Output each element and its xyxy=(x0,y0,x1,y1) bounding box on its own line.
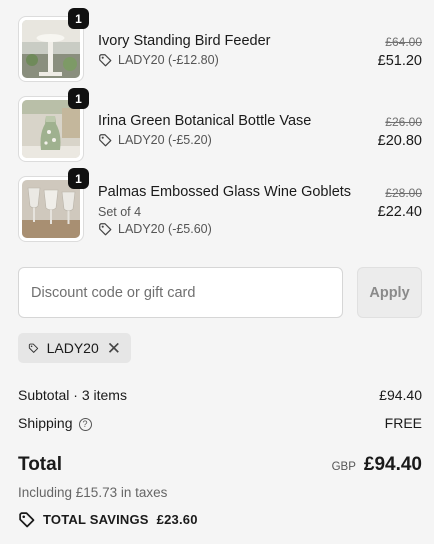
subtotal-row: Subtotal · 3 items £94.40 xyxy=(18,387,422,403)
applied-discount-chip: LADY20 ✕ xyxy=(18,333,131,363)
total-label: Total xyxy=(18,454,62,475)
shipping-value: FREE xyxy=(384,415,422,431)
subtotal-value: £94.40 xyxy=(379,387,422,403)
savings-value: £23.60 xyxy=(156,512,198,527)
tag-icon xyxy=(99,134,112,147)
close-icon[interactable]: ✕ xyxy=(107,340,121,357)
total-amount: £94.40 xyxy=(363,454,422,475)
product-variant: Set of 4 xyxy=(98,205,142,219)
item-discount: LADY20 (-£5.60) xyxy=(98,222,212,236)
shipping-label: Shipping xyxy=(18,415,73,431)
line-item: 1 Ivory Standing Bird Feeder LADY20 (-£1… xyxy=(18,8,424,82)
item-discount: LADY20 (-£5.20) xyxy=(98,133,212,147)
subtotal-label: Subtotal · 3 items xyxy=(18,387,127,403)
total-savings: TOTAL SAVINGS £23.60 xyxy=(18,511,198,528)
final-price: £20.80 xyxy=(377,133,422,149)
tag-icon xyxy=(99,54,112,67)
tag-icon xyxy=(99,223,112,236)
original-price: £26.00 xyxy=(385,115,422,129)
applied-discount-code: LADY20 xyxy=(46,340,99,356)
item-discount: LADY20 (-£12.80) xyxy=(98,53,219,67)
question-circle-icon[interactable]: ? xyxy=(78,418,92,431)
product-title: Ivory Standing Bird Feeder xyxy=(98,33,271,49)
tag-icon xyxy=(19,512,35,528)
discount-code-input[interactable] xyxy=(18,267,343,318)
shipping-row: Shipping? FREE xyxy=(18,415,422,431)
total-amount-group: GBP £94.40 xyxy=(332,454,422,476)
line-item: 1 Irina Green Botanical Bottle Vase LADY… xyxy=(18,88,424,162)
item-discount-label: LADY20 (-£12.80) xyxy=(118,53,219,67)
product-title: Palmas Embossed Glass Wine Goblets xyxy=(98,184,352,200)
product-title: Irina Green Botanical Bottle Vase xyxy=(98,113,312,129)
quantity-badge: 1 xyxy=(68,88,89,109)
quantity-badge: 1 xyxy=(68,168,89,189)
apply-button[interactable]: Apply xyxy=(357,267,422,318)
taxes-note: Including £15.73 in taxes xyxy=(18,485,168,500)
item-discount-label: LADY20 (-£5.60) xyxy=(118,222,212,236)
item-discount-label: LADY20 (-£5.20) xyxy=(118,133,212,147)
line-item: 1 Palmas Embossed Glass Wine Goblets Set… xyxy=(18,168,424,242)
savings-label: TOTAL SAVINGS xyxy=(43,512,149,527)
tag-icon xyxy=(28,343,39,353)
currency-code: GBP xyxy=(331,461,356,473)
quantity-badge: 1 xyxy=(68,8,89,29)
final-price: £51.20 xyxy=(377,53,422,69)
final-price: £22.40 xyxy=(377,204,422,220)
original-price: £28.00 xyxy=(385,186,422,200)
original-price: £64.00 xyxy=(385,35,422,49)
